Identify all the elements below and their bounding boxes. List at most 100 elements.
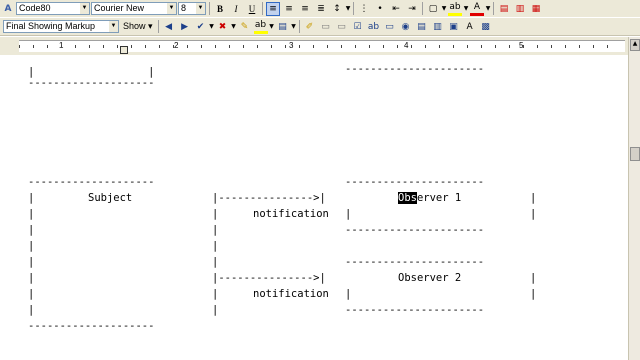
ruler-tick bbox=[439, 45, 440, 48]
decrease-indent-icon[interactable]: ⇤ bbox=[389, 2, 403, 16]
box-edge: ---------------------- bbox=[345, 256, 485, 268]
chevron-down-icon[interactable]: ▼ bbox=[80, 3, 89, 14]
track-changes-icon[interactable]: ▤ bbox=[276, 20, 290, 34]
selected-text[interactable]: Obs bbox=[398, 192, 417, 204]
image-control-icon[interactable]: ▩ bbox=[479, 20, 493, 34]
line-spacing-icon[interactable]: ↕ bbox=[330, 2, 344, 16]
accept-change-icon[interactable]: ✔ bbox=[194, 20, 208, 34]
box-edge: | bbox=[28, 256, 35, 268]
vertical-scrollbar[interactable]: ▲ bbox=[628, 37, 640, 360]
ruler-tick bbox=[313, 45, 314, 48]
box-edge: -------------------- bbox=[28, 77, 155, 89]
align-center-icon[interactable]: ≡ bbox=[282, 2, 296, 16]
reject-change-icon[interactable]: ✖ bbox=[216, 20, 230, 34]
toggle-button-icon[interactable]: ▣ bbox=[447, 20, 461, 34]
box-edge: | bbox=[530, 288, 537, 300]
ruler-tick bbox=[257, 45, 258, 48]
chevron-down-icon[interactable]: ▼ bbox=[485, 5, 491, 12]
chevron-down-icon[interactable]: ▼ bbox=[441, 5, 447, 12]
next-change-icon[interactable]: ▶ bbox=[178, 20, 192, 34]
ruler-tick bbox=[19, 45, 20, 48]
document-area[interactable]: | | -------------------- ---------------… bbox=[0, 56, 627, 360]
italic-button[interactable]: I bbox=[229, 2, 243, 16]
command-button-icon[interactable]: ▭ bbox=[383, 20, 397, 34]
font-size-combo[interactable]: 8 ▼ bbox=[178, 2, 206, 15]
observer-1-label[interactable]: Observer 1 bbox=[398, 192, 461, 204]
ruler-tick bbox=[229, 45, 230, 48]
align-left-icon[interactable]: ≡ bbox=[266, 1, 280, 16]
box-edge: | bbox=[345, 208, 352, 220]
ruler-tick bbox=[369, 45, 370, 48]
font-color-icon[interactable]: A bbox=[470, 2, 484, 16]
chevron-down-icon[interactable]: ▼ bbox=[291, 23, 297, 30]
chevron-down-icon[interactable]: ▼ bbox=[209, 23, 215, 30]
ruler-tick bbox=[173, 45, 174, 48]
chevron-down-icon[interactable]: ▼ bbox=[109, 21, 118, 32]
increase-indent-icon[interactable]: ⇥ bbox=[405, 2, 419, 16]
separator bbox=[298, 20, 300, 33]
scroll-up-button[interactable]: ▲ bbox=[630, 39, 640, 51]
checkbox-control-icon[interactable]: ☑ bbox=[351, 20, 365, 34]
box-edge: | bbox=[212, 304, 219, 316]
horizontal-ruler[interactable]: 1 2 3 4 5 bbox=[19, 40, 625, 54]
bullets-icon[interactable]: • bbox=[373, 2, 387, 16]
ruler-tick bbox=[117, 45, 118, 48]
pdf-review-icon[interactable]: ▦ bbox=[529, 2, 543, 16]
styles-icon[interactable]: A bbox=[1, 2, 15, 16]
font-size-value: 8 bbox=[181, 3, 187, 13]
ruler-tick bbox=[145, 45, 146, 48]
chevron-down-icon[interactable]: ▼ bbox=[167, 3, 176, 14]
ruler-tick bbox=[271, 45, 272, 48]
underline-button[interactable]: U bbox=[245, 2, 259, 16]
box-edge: | bbox=[530, 272, 537, 284]
properties-icon[interactable]: ▭ bbox=[319, 20, 333, 34]
listbox-control-icon[interactable]: ▤ bbox=[415, 20, 429, 34]
textbox-control-icon[interactable]: ab bbox=[367, 20, 381, 34]
ruler-tick bbox=[355, 45, 356, 48]
ruler-tick bbox=[565, 45, 566, 48]
view-code-icon[interactable]: ▭ bbox=[335, 20, 349, 34]
chevron-down-icon[interactable]: ▼ bbox=[345, 5, 351, 12]
display-for-review-combo[interactable]: Final Showing Markup ▼ bbox=[3, 20, 119, 33]
highlight-icon[interactable]: ab bbox=[253, 20, 268, 34]
ruler-tick bbox=[47, 45, 48, 48]
font-value: Courier New bbox=[94, 3, 145, 13]
ruler-tick bbox=[481, 45, 482, 48]
option-button-icon[interactable]: ◉ bbox=[399, 20, 413, 34]
ruler-tick bbox=[131, 45, 132, 48]
pdf-icon[interactable]: ▤ bbox=[497, 2, 511, 16]
separator bbox=[157, 20, 159, 33]
chevron-down-icon[interactable]: ▼ bbox=[196, 3, 205, 14]
chevron-down-icon[interactable]: ▼ bbox=[269, 23, 275, 30]
new-comment-icon[interactable]: ✎ bbox=[238, 20, 252, 34]
ruler-number: 2 bbox=[174, 41, 179, 50]
indent-marker[interactable] bbox=[120, 46, 128, 54]
box-edge: | bbox=[212, 288, 219, 300]
combobox-control-icon[interactable]: ▥ bbox=[431, 20, 445, 34]
ruler-tick bbox=[523, 45, 524, 48]
justify-icon[interactable]: ≣ bbox=[314, 2, 328, 16]
box-edge: | bbox=[212, 256, 219, 268]
highlight-icon[interactable]: ab bbox=[448, 2, 462, 16]
style-combo[interactable]: Code80 ▼ bbox=[16, 2, 90, 15]
bold-button[interactable]: B bbox=[213, 2, 227, 16]
borders-icon[interactable]: ▢ bbox=[426, 2, 440, 16]
label-control-icon[interactable]: A bbox=[463, 20, 477, 34]
scroll-thumb[interactable] bbox=[630, 147, 640, 161]
box-edge: | bbox=[28, 208, 35, 220]
align-right-icon[interactable]: ≡ bbox=[298, 2, 312, 16]
box-edge: ---------------------- bbox=[345, 176, 485, 188]
chevron-down-icon[interactable]: ▼ bbox=[463, 5, 469, 12]
previous-change-icon[interactable]: ◀ bbox=[162, 20, 176, 34]
ruler-tick bbox=[383, 45, 384, 48]
show-button[interactable]: Show ▾ bbox=[123, 21, 153, 32]
ruler-tick bbox=[509, 45, 510, 48]
pdf-email-icon[interactable]: ▥ bbox=[513, 2, 527, 16]
font-combo[interactable]: Courier New ▼ bbox=[91, 2, 177, 15]
design-mode-icon[interactable]: ✐ bbox=[303, 20, 317, 34]
chevron-down-icon[interactable]: ▼ bbox=[231, 23, 237, 30]
numbering-icon[interactable]: ⋮ bbox=[357, 2, 371, 16]
box-edge: ---------------------- bbox=[345, 304, 485, 316]
markup-value: Final Showing Markup bbox=[6, 21, 96, 31]
separator bbox=[422, 2, 423, 15]
